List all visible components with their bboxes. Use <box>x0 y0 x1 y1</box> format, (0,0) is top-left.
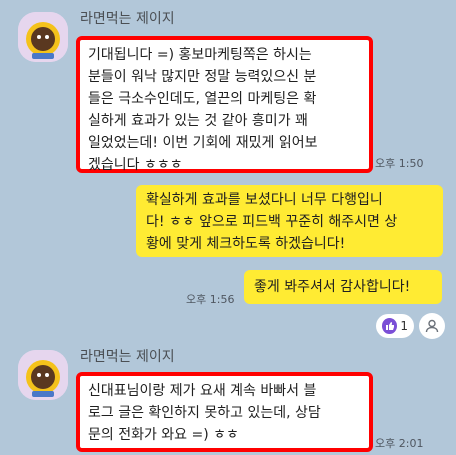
ryan-character-icon <box>18 12 68 62</box>
reaction-like-button[interactable]: 1 <box>376 314 414 338</box>
sender-avatar[interactable] <box>18 12 68 62</box>
message-time: 오후 1:50 <box>375 157 424 170</box>
my-message-bubble[interactable]: 확실하게 효과를 보셨다니 너무 다행입니 다! ㅎㅎ 앞으로 피드백 꾸준히 … <box>136 185 443 257</box>
message-line: 기대됩니다 =) 홍보마케팅쪽은 하시는 <box>88 47 312 63</box>
message-line: 다! ㅎㅎ 앞으로 피드백 꾸준히 해주시면 상 <box>146 214 398 230</box>
sender-name: 라면먹는 제이지 <box>80 349 175 365</box>
ryan-character-icon <box>18 350 68 400</box>
message-line: 일었었는데! 이번 기회에 재밌게 읽어보 <box>88 135 318 151</box>
message-line: 황에 맞게 체크하도록 하겠습니다! <box>146 236 346 252</box>
message-line: 좋게 봐주셔서 감사합니다! <box>254 279 411 295</box>
message-line: 로그 글은 확인하지 못하고 있는데, 상담 <box>88 405 321 421</box>
thumbs-up-icon <box>382 318 398 334</box>
message-line: 신대표님이랑 제가 요새 계속 바빠서 블 <box>88 383 317 399</box>
message-bubble[interactable]: 신대표님이랑 제가 요새 계속 바빠서 블 로그 글은 확인하지 못하고 있는데… <box>76 372 373 452</box>
message-line: 들은 극소수인데도, 열끈의 마케팅은 확 <box>88 91 317 107</box>
reaction-count: 1 <box>400 319 408 333</box>
message-line: 겠습니다 ㅎㅎㅎ <box>88 157 183 173</box>
my-message-bubble[interactable]: 좋게 봐주셔서 감사합니다! <box>244 270 442 304</box>
sender-name: 라면먹는 제이지 <box>80 11 175 27</box>
message-time: 오후 1:56 <box>186 293 235 306</box>
user-icon <box>425 319 439 333</box>
sender-avatar[interactable] <box>18 350 68 400</box>
message-bubble[interactable]: 기대됩니다 =) 홍보마케팅쪽은 하시는 분들이 워낙 많지만 정말 능력있으신… <box>76 36 373 173</box>
message-line: 문의 전화가 와요 =) ㅎㅎ <box>88 427 239 443</box>
message-line: 확실하게 효과를 보셨다니 너무 다행입니 <box>146 192 383 208</box>
add-reaction-button[interactable] <box>419 313 445 339</box>
message-time: 오후 2:01 <box>375 437 424 450</box>
message-line: 실하게 효과가 있는 것 같아 흥미가 꽤 <box>88 113 308 129</box>
message-line: 분들이 워낙 많지만 정말 능력있으신 분 <box>88 69 317 85</box>
